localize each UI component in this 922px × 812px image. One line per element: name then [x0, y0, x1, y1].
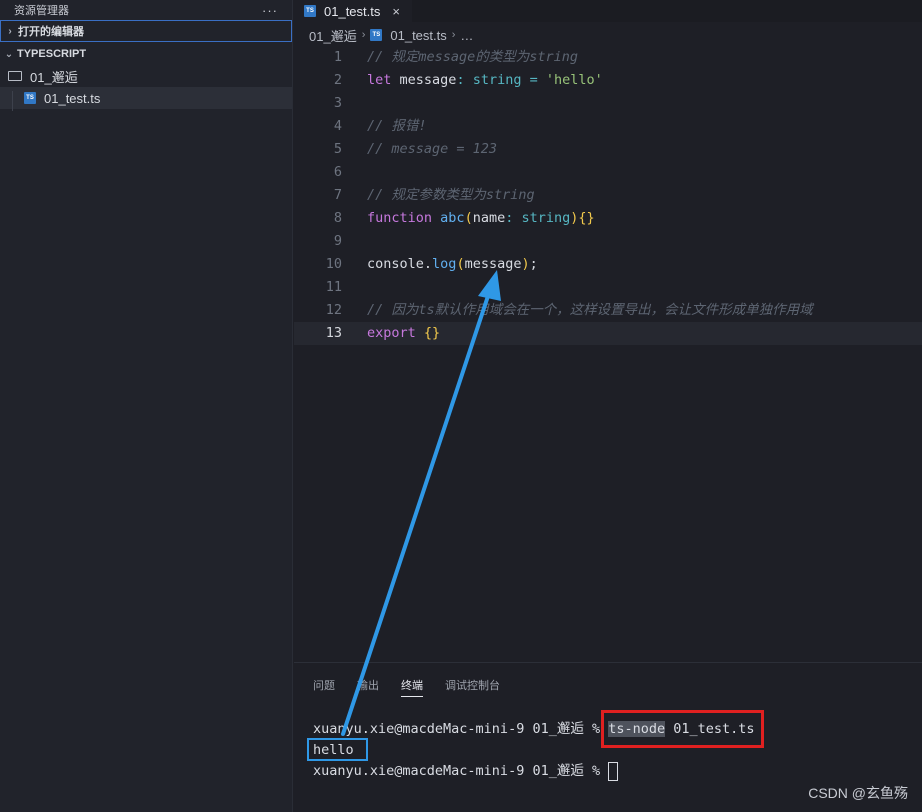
annotation-arrow [341, 270, 501, 736]
watermark: CSDN @玄鱼殇 [808, 785, 908, 801]
